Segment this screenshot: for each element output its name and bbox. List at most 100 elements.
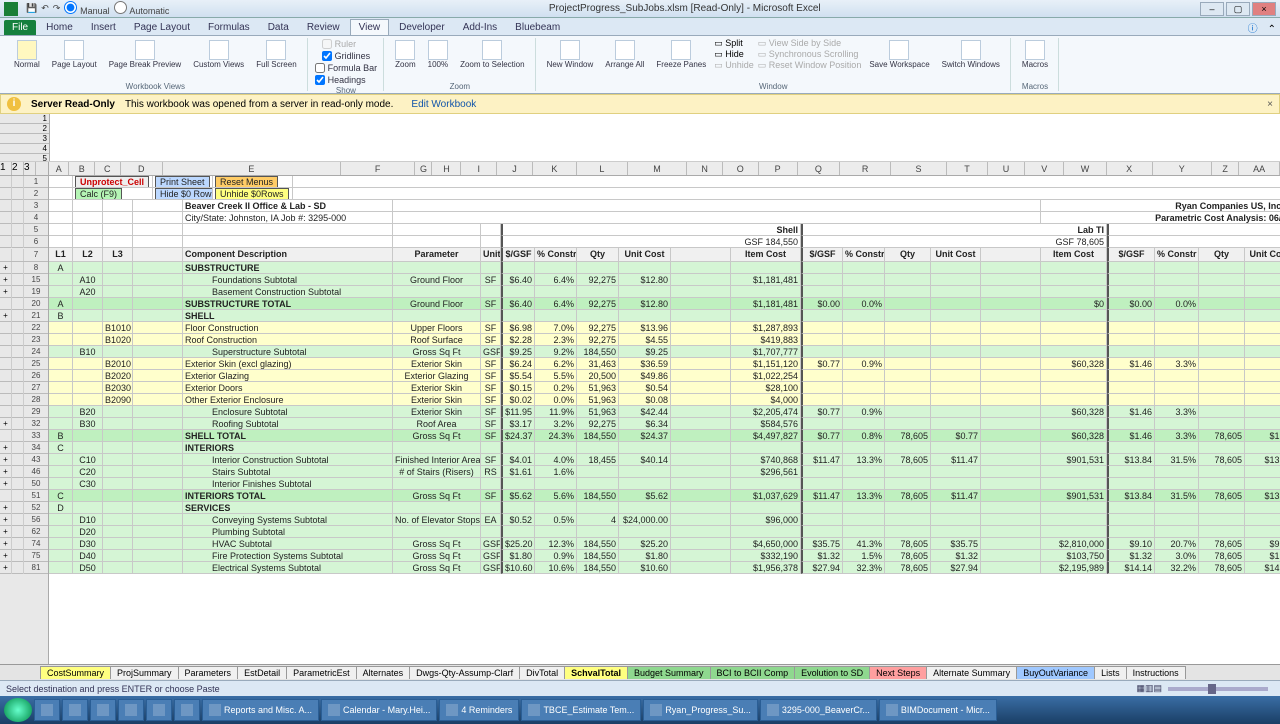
ruler-check: Ruler (322, 39, 371, 49)
tab-file[interactable]: File (4, 20, 36, 35)
redo-icon[interactable]: ↷ (53, 3, 61, 14)
start-button[interactable] (4, 698, 32, 722)
save-workspace-button[interactable]: Save Workspace (865, 38, 933, 71)
zoom-slider[interactable] (1168, 687, 1268, 691)
custom-views-button[interactable]: Custom Views (189, 38, 248, 71)
tab-view[interactable]: View (350, 19, 390, 35)
tab-evolution[interactable]: Evolution to SD (794, 666, 870, 679)
tab-costsummary[interactable]: CostSummary (40, 666, 111, 679)
tab-review[interactable]: Review (299, 20, 348, 35)
sheet-tabs[interactable]: CostSummary ProjSummary Parameters EstDe… (0, 664, 1280, 680)
taskbar-pinned-1[interactable] (34, 699, 60, 721)
page-layout-button[interactable]: Page Layout (48, 38, 101, 71)
formula-bar-check[interactable]: Formula Bar (315, 63, 378, 73)
unprotect-cell-button[interactable]: Unprotect_Cell (75, 176, 149, 188)
hide-rows-button[interactable]: Hide $0 Rows (155, 188, 213, 200)
taskbar-pinned-3[interactable] (90, 699, 116, 721)
tab-alternates[interactable]: Alternates (356, 666, 411, 679)
grid[interactable]: Unprotect_Cell Print Sheet Reset Menus C… (49, 176, 1280, 664)
taskbar-app-5[interactable]: Ryan_Progress_Su... (643, 699, 758, 721)
tab-addins[interactable]: Add-Ins (455, 20, 505, 35)
tab-altsummary[interactable]: Alternate Summary (926, 666, 1017, 679)
arrange-all-button[interactable]: Arrange All (601, 38, 648, 71)
zoom-selection-button[interactable]: Zoom to Selection (456, 38, 528, 71)
ribbon-minimize-icon[interactable]: ⌃ (1264, 24, 1280, 35)
calc-button[interactable]: Calc (F9) (75, 188, 122, 200)
close-button[interactable]: × (1252, 2, 1276, 16)
tab-parametricest[interactable]: ParametricEst (286, 666, 357, 679)
tab-parameters[interactable]: Parameters (178, 666, 239, 679)
calc-manual-radio[interactable]: Manual (64, 1, 109, 17)
taskbar-app-7[interactable]: BIMDocument - Micr... (879, 699, 997, 721)
tab-projsummary[interactable]: ProjSummary (110, 666, 179, 679)
taskbar-pinned-5[interactable] (146, 699, 172, 721)
full-screen-button[interactable]: Full Screen (252, 38, 300, 71)
taskbar-app-3[interactable]: 4 Reminders (439, 699, 519, 721)
tab-schvaltotal[interactable]: SchvalTotal (564, 666, 628, 679)
tab-estdetail[interactable]: EstDetail (237, 666, 287, 679)
undo-icon[interactable]: ↶ (41, 3, 49, 14)
reset-menus-button[interactable]: Reset Menus (215, 176, 278, 188)
taskbar-app-2[interactable]: Calendar - Mary.Hei... (321, 699, 437, 721)
minimize-button[interactable]: – (1200, 2, 1224, 16)
split-button[interactable]: ▭ Split (714, 38, 754, 49)
tab-dwgs[interactable]: Dwgs-Qty-Assump-Clarf (409, 666, 520, 679)
tab-bci[interactable]: BCI to BCII Comp (710, 666, 796, 679)
zoom-button[interactable]: Zoom (391, 38, 419, 71)
taskbar-pinned-6[interactable] (174, 699, 200, 721)
switch-windows-button[interactable]: Switch Windows (938, 38, 1004, 71)
project-name: Beaver Creek II Office & Lab - SD (183, 200, 393, 212)
unhide-rows-button[interactable]: Unhide $0Rows (215, 188, 289, 200)
zoom-100-button[interactable]: 100% (424, 38, 452, 71)
ribbon-tabs: File Home Insert Page Layout Formulas Da… (0, 18, 1280, 36)
save-icon[interactable]: 💾 (26, 3, 37, 14)
tab-data[interactable]: Data (260, 20, 297, 35)
quick-access-toolbar[interactable]: 💾 ↶ ↷ Manual Automatic (22, 1, 169, 17)
tab-buyout[interactable]: BuyOutVariance (1016, 666, 1095, 679)
headings-check[interactable]: Headings (315, 75, 378, 85)
row-gutter[interactable]: 1234567+8+15+1920+212223242526272829+323… (0, 176, 49, 664)
tab-home[interactable]: Home (38, 20, 81, 35)
normal-view-button[interactable]: Normal (10, 38, 44, 71)
view-break-icon[interactable]: ▤ (1153, 683, 1162, 694)
tab-insert[interactable]: Insert (83, 20, 124, 35)
column-headers[interactable]: 123 ABCD EFG HIJKLM NOPQRS TUVWXY ZAA (0, 162, 1280, 176)
view-normal-icon[interactable]: ▦ (1136, 683, 1145, 694)
tab-lists[interactable]: Lists (1094, 666, 1127, 679)
tab-formulas[interactable]: Formulas (200, 20, 258, 35)
taskbar-app-4[interactable]: TBCE_Estimate Tem... (521, 699, 641, 721)
tab-page-layout[interactable]: Page Layout (126, 20, 198, 35)
window-title: ProjectProgress_SubJobs.xlsm [Read-Only]… (549, 3, 821, 14)
readonly-message: This workbook was opened from a server i… (125, 99, 393, 110)
maximize-button[interactable]: ▢ (1226, 2, 1250, 16)
group-show: Show (336, 86, 356, 95)
status-message: Select destination and press ENTER or ch… (6, 684, 220, 694)
readonly-label: Server Read-Only (31, 99, 115, 110)
taskbar-pinned-2[interactable] (62, 699, 88, 721)
tab-divtotal[interactable]: DivTotal (519, 666, 565, 679)
taskbar-pinned-4[interactable] (118, 699, 144, 721)
tab-budget[interactable]: Budget Summary (627, 666, 711, 679)
taskbar-app-1[interactable]: Reports and Misc. A... (202, 699, 319, 721)
server-readonly-bar: i Server Read-Only This workbook was ope… (0, 94, 1280, 114)
hide-button[interactable]: ▭ Hide (714, 49, 754, 60)
close-warning-button[interactable]: × (1267, 99, 1273, 110)
edit-workbook-link[interactable]: Edit Workbook (411, 99, 476, 110)
freeze-panes-button[interactable]: Freeze Panes (652, 38, 710, 71)
page-break-button[interactable]: Page Break Preview (105, 38, 185, 71)
unhide-button: ▭ Unhide (714, 60, 754, 71)
view-page-icon[interactable]: ▥ (1145, 683, 1154, 694)
help-icon[interactable]: ⓘ (1244, 20, 1262, 35)
new-window-button[interactable]: New Window (543, 38, 598, 71)
macros-button[interactable]: Macros (1018, 38, 1052, 71)
titlebar: 💾 ↶ ↷ Manual Automatic ProjectProgress_S… (0, 0, 1280, 18)
calc-auto-radio[interactable]: Automatic (114, 1, 170, 17)
taskbar-app-6[interactable]: 3295-000_BeaverCr... (760, 699, 877, 721)
print-sheet-button[interactable]: Print Sheet (155, 176, 210, 188)
tab-instructions[interactable]: Instructions (1126, 666, 1186, 679)
tab-nextsteps[interactable]: Next Steps (869, 666, 927, 679)
worksheet[interactable]: 1234567+8+15+1920+212223242526272829+323… (0, 176, 1280, 664)
tab-bluebeam[interactable]: Bluebeam (507, 20, 568, 35)
tab-developer[interactable]: Developer (391, 20, 453, 35)
gridlines-check[interactable]: Gridlines (322, 51, 371, 61)
